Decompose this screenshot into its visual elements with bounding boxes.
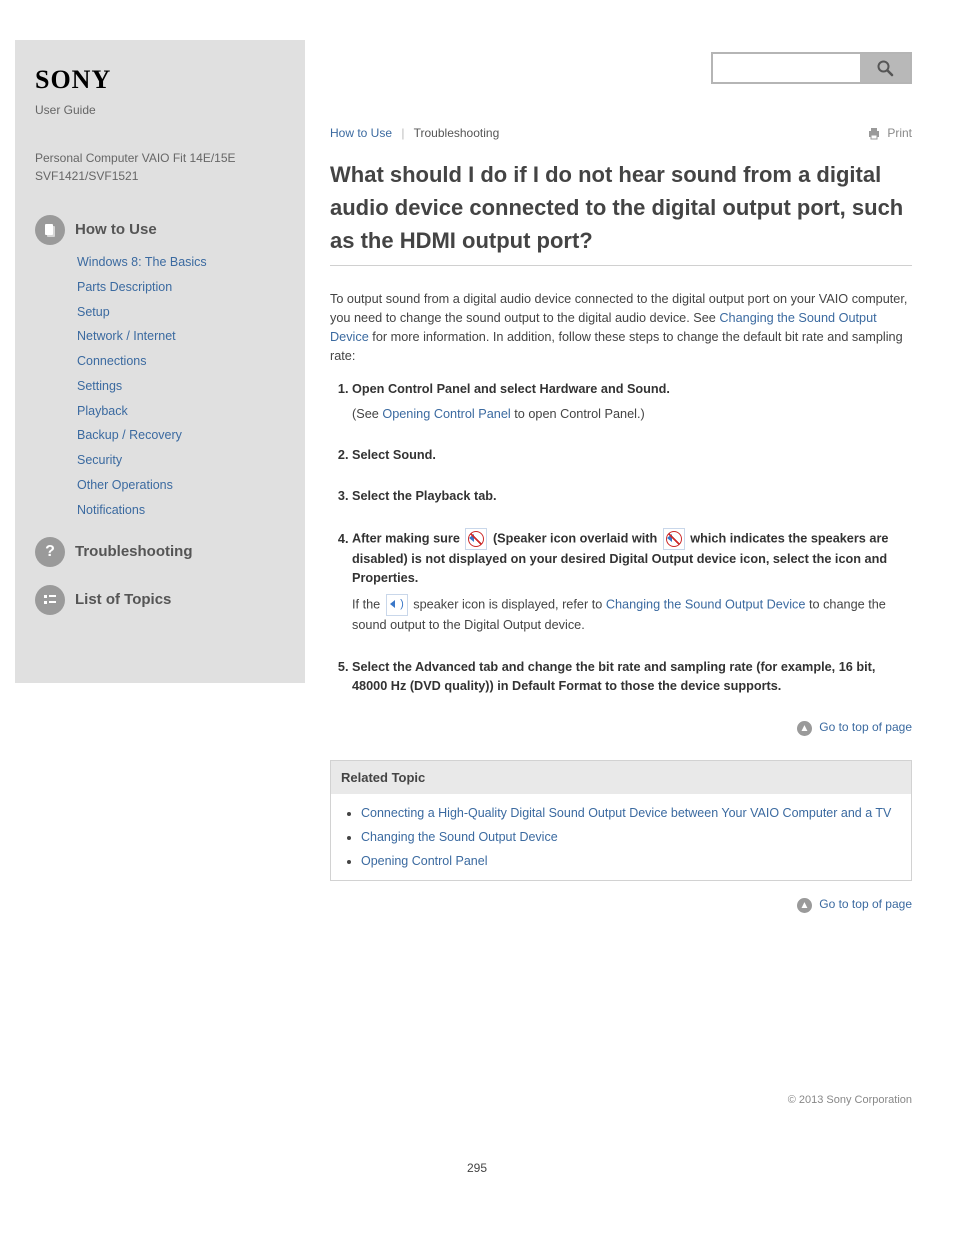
sidebar-item[interactable]: Backup / Recovery (77, 428, 182, 442)
inline-link[interactable]: Opening Control Panel (382, 407, 510, 421)
sidebar-item[interactable]: Parts Description (77, 280, 172, 294)
speaker-disabled-icon (663, 528, 685, 550)
divider: | (401, 126, 404, 140)
step-1: Open Control Panel and select Hardware a… (352, 380, 912, 424)
step-5: Select the Advanced tab and change the b… (352, 658, 912, 696)
inline-link[interactable]: Changing the Sound Output Device (606, 598, 806, 612)
nav-list-of-topics-head[interactable]: List of Topics (35, 585, 285, 615)
nav-troubleshooting-head[interactable]: ? Troubleshooting (35, 537, 285, 567)
sidebar-item[interactable]: Setup (77, 305, 110, 319)
up-arrow-icon: ▲ (797, 721, 812, 736)
search-row (330, 52, 912, 84)
inline-link[interactable]: Changing the Sound Output Device (330, 311, 877, 344)
step-3: Select the Playback tab. (352, 487, 912, 506)
list-icon (35, 585, 65, 615)
footer-copyright: © 2013 Sony Corporation (0, 1052, 954, 1129)
nav-troubleshooting-label: Troubleshooting (75, 541, 193, 564)
step-4: After making sure (Speaker icon overlaid… (352, 528, 912, 635)
step-2: Select Sound. (352, 446, 912, 465)
up-arrow-icon: ▲ (797, 898, 812, 913)
related-topic-box: Related Topic Connecting a High-Quality … (330, 760, 912, 882)
intro-paragraph: To output sound from a digital audio dev… (330, 290, 912, 366)
page-icon (35, 215, 65, 245)
page-number: 295 (0, 1129, 954, 1197)
main-content: How to Use | Troubleshooting Print What … (330, 0, 954, 1052)
sidebar-item[interactable]: Security (77, 453, 122, 467)
related-link[interactable]: Opening Control Panel (361, 854, 487, 868)
sidebar-item[interactable]: Connections (77, 354, 147, 368)
question-icon: ? (35, 537, 65, 567)
model-line: Personal Computer VAIO Fit 14E/15E SVF14… (35, 149, 285, 185)
sidebar-item[interactable]: Notifications (77, 503, 145, 517)
top-row: How to Use | Troubleshooting Print (330, 124, 912, 142)
body-text: To output sound from a digital audio dev… (330, 290, 912, 913)
speaker-disabled-icon (465, 528, 487, 550)
nav-list-of-topics-label: List of Topics (75, 589, 171, 612)
steps-list: Open Control Panel and select Hardware a… (330, 380, 912, 695)
print-link[interactable]: Print (867, 124, 912, 142)
sidebar-item[interactable]: Settings (77, 379, 122, 393)
sidebar-item[interactable]: Playback (77, 404, 128, 418)
breadcrumb: Troubleshooting (414, 126, 500, 140)
sidebar-item[interactable]: Network / Internet (77, 329, 176, 343)
nav-how-to-use-head: How to Use (35, 215, 285, 245)
go-to-top-link[interactable]: ▲ Go to top of page (330, 895, 912, 913)
search-icon (876, 59, 894, 77)
nav-how-to-use-list: Windows 8: The Basics Parts Description … (35, 253, 285, 519)
sidebar-item[interactable]: Windows 8: The Basics (77, 255, 207, 269)
brand-logo: SONY (35, 60, 285, 99)
print-icon (867, 126, 881, 140)
speaker-icon (386, 594, 408, 616)
sidebar: SONY User Guide Personal Computer VAIO F… (15, 40, 305, 683)
sidebar-item[interactable]: Other Operations (77, 478, 173, 492)
go-to-top-link[interactable]: ▲ Go to top of page (330, 718, 912, 736)
search-box (711, 52, 912, 84)
nav-how-to-use-label: How to Use (75, 219, 157, 242)
related-link[interactable]: Changing the Sound Output Device (361, 830, 558, 844)
related-topic-head: Related Topic (331, 761, 911, 795)
logo-subtitle: User Guide (35, 101, 285, 119)
search-button[interactable] (860, 54, 910, 82)
related-link[interactable]: Connecting a High-Quality Digital Sound … (361, 806, 891, 820)
how-to-use-link[interactable]: How to Use (330, 126, 392, 140)
title-rule (330, 265, 912, 266)
print-label: Print (887, 124, 912, 142)
page-title: What should I do if I do not hear sound … (330, 158, 912, 257)
search-input[interactable] (713, 54, 860, 82)
